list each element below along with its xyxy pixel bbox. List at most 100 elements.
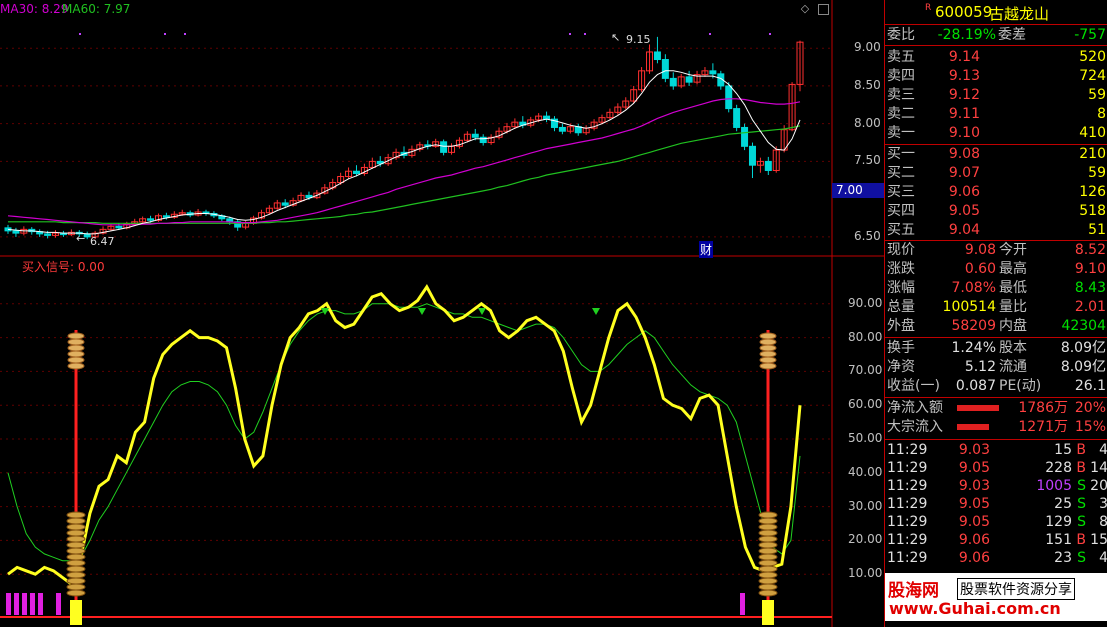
tick-row[interactable]: 11:29 9.06 151 B 15 xyxy=(885,531,1107,550)
candle-body xyxy=(440,141,448,153)
ask-price: 9.11 xyxy=(948,106,980,122)
tick-row[interactable]: 11:29 9.05 129 S 8 xyxy=(885,513,1107,532)
signal-bar xyxy=(56,593,61,615)
tick-row[interactable]: 11:29 9.03 1005 S 20 xyxy=(885,477,1107,496)
buy-signal-coil xyxy=(66,547,86,555)
buy-signal-coil xyxy=(66,541,86,549)
tick-volume: 23 xyxy=(1054,550,1072,566)
buy-signal-coil xyxy=(759,356,777,364)
ask-label: 卖一 xyxy=(887,125,915,141)
low-arrow-icon: ← xyxy=(76,232,86,245)
candle-body xyxy=(479,136,487,144)
watermark: 股海网 股票软件资源分享 www.Guhai.com.cn xyxy=(885,573,1107,621)
signal-bar xyxy=(6,593,11,615)
buy-signal-coil xyxy=(758,523,778,531)
bid-row[interactable]: 买四 9.05 518 xyxy=(885,202,1107,221)
buy-signal-coil xyxy=(758,589,778,597)
bid-row[interactable]: 买二 9.07 59 xyxy=(885,164,1107,183)
candle-body xyxy=(725,85,733,110)
flow-amount: 1271万 xyxy=(1018,419,1068,435)
chart-canvas[interactable] xyxy=(0,0,884,627)
quote-label: 内盘 xyxy=(999,318,1027,334)
candle-body xyxy=(281,202,289,206)
marker-dot xyxy=(79,33,81,35)
bid-price: 9.07 xyxy=(948,165,980,181)
tick-row[interactable]: 11:29 9.05 228 B 14 xyxy=(885,459,1107,478)
ask-row[interactable]: 卖二 9.11 8 xyxy=(885,105,1107,124)
bid-row[interactable]: 买五 9.04 51 xyxy=(885,221,1107,240)
ask-row[interactable]: 卖四 9.13 724 xyxy=(885,67,1107,86)
fundamental-label: 收益(一) xyxy=(887,378,940,394)
buy-signal-base xyxy=(70,600,82,625)
diamond-icon[interactable]: ◇ xyxy=(800,3,810,14)
quote-row: 外盘 58209 内盘 42304 xyxy=(885,317,1107,336)
buy-signal-coil xyxy=(66,577,86,585)
candle-body xyxy=(764,160,772,171)
sell-arrow-icon xyxy=(478,308,486,315)
tick-row[interactable]: 11:29 9.03 15 B 4 xyxy=(885,441,1107,460)
stock-name[interactable]: 古越龙山 xyxy=(989,3,1049,24)
tick-row[interactable]: 11:29 9.05 25 S 3 xyxy=(885,495,1107,514)
flow-label: 大宗流入 xyxy=(887,419,943,435)
price-axis-tick: 7.50 xyxy=(854,153,881,168)
weicha-label: 委差 xyxy=(998,27,1026,43)
fundamental-row: 换手 1.24% 股本 8.09亿 xyxy=(885,339,1107,358)
divider xyxy=(885,397,1107,398)
price-axis-tick: 9.00 xyxy=(854,40,881,55)
quote-row: 现价 9.08 今开 8.52 xyxy=(885,241,1107,260)
tick-volume: 25 xyxy=(1054,496,1072,512)
tick-time: 11:29 xyxy=(887,478,928,494)
bid-row[interactable]: 买一 9.08 210 xyxy=(885,145,1107,164)
signal-bar xyxy=(38,593,43,615)
stock-code[interactable]: 600059 xyxy=(935,3,992,21)
flow-label: 净流入额 xyxy=(887,400,943,416)
low-price-mark: 6.47 xyxy=(90,235,115,248)
tick-time: 11:29 xyxy=(887,514,928,530)
ask-price: 9.14 xyxy=(948,49,980,65)
bid-row[interactable]: 买三 9.06 126 xyxy=(885,183,1107,202)
ask-row[interactable]: 卖五 9.14 520 xyxy=(885,48,1107,67)
buy-signal-coil xyxy=(758,559,778,567)
indicator-axis-tick: 20.00 xyxy=(848,532,883,547)
tick-side: S xyxy=(1077,514,1086,530)
buy-signal-coil xyxy=(758,565,778,573)
ask-volume: 724 xyxy=(1079,68,1106,84)
flow-row: 净流入额 1786万 20% xyxy=(885,399,1107,418)
fundamental-label: 流通 xyxy=(999,359,1027,375)
tick-side: S xyxy=(1077,496,1086,512)
buy-signal-coil xyxy=(67,338,85,346)
tick-count: 14 xyxy=(1090,460,1107,476)
tick-price: 9.05 xyxy=(958,514,990,530)
buy-signal-label: 买入信号: 0.00 xyxy=(22,260,105,274)
quote-value: 58209 xyxy=(951,318,996,334)
flow-row: 大宗流入 1271万 15% xyxy=(885,418,1107,437)
tick-count: 8 xyxy=(1099,514,1107,530)
quote-label: 外盘 xyxy=(887,318,915,334)
quote-value: 9.10 xyxy=(1074,261,1106,277)
kline-chart[interactable]: MA30: 8.29 MA60: 7.97 ◇ 买入信号: 0.00 9.15 … xyxy=(0,0,884,627)
indicator-axis-tick: 70.00 xyxy=(848,363,883,378)
tick-row[interactable]: 11:29 9.06 23 S 4 xyxy=(885,549,1107,568)
indicator-axis-tick: 90.00 xyxy=(848,295,883,310)
ask-row[interactable]: 卖三 9.12 59 xyxy=(885,86,1107,105)
indicator-axis-tick: 50.00 xyxy=(848,431,883,445)
divider xyxy=(885,24,1107,25)
buy-signal-coil xyxy=(66,589,86,597)
ask-row[interactable]: 卖一 9.10 410 xyxy=(885,124,1107,143)
bid-price: 9.08 xyxy=(948,146,980,162)
weibi-row: 委比 -28.19% 委差 -757 xyxy=(885,26,1107,45)
r-mark: R xyxy=(925,3,932,13)
tick-side: S xyxy=(1077,550,1086,566)
finance-badge[interactable]: 财 xyxy=(699,241,714,258)
sell-arrow-icon xyxy=(418,308,426,315)
bid-price: 9.05 xyxy=(948,203,980,219)
price-axis-tick: 6.50 xyxy=(854,228,881,243)
indicator-axis-tick: 30.00 xyxy=(848,498,883,513)
signal-line-green xyxy=(7,303,801,562)
tick-side: B xyxy=(1076,442,1086,458)
buy-signal-coil xyxy=(66,565,86,573)
window-toggle-icon[interactable] xyxy=(818,4,829,15)
quote-row: 涨跌 0.60 最高 9.10 xyxy=(885,260,1107,279)
quote-value: 8.52 xyxy=(1074,242,1106,258)
candle-body xyxy=(748,145,756,166)
